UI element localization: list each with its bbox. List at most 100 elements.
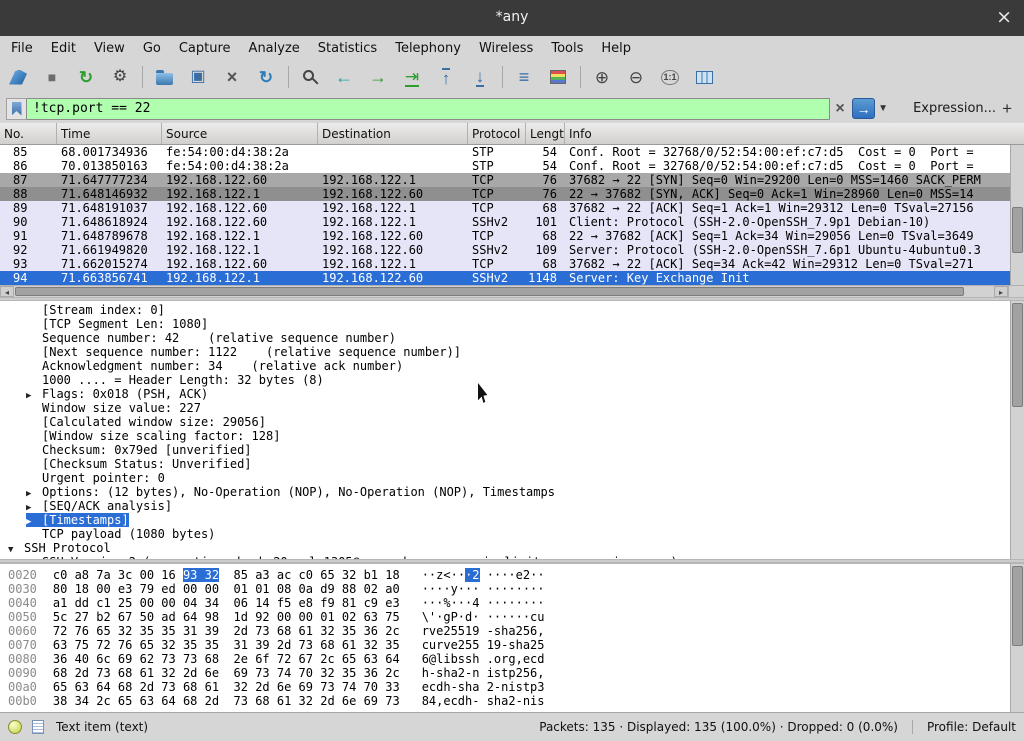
statusbar-profile[interactable]: Profile: Default [912,720,1016,734]
menu-edit[interactable]: Edit [43,41,84,56]
packet-row[interactable]: 89 71.648191037 192.168.122.60 192.168.1… [0,201,1024,215]
detail-line[interactable]: Checksum: 0x79ed [unverified] [0,443,1024,457]
details-scrollbar[interactable] [1010,301,1024,559]
menu-statistics[interactable]: Statistics [310,41,385,56]
column-header-destination[interactable]: Destination [318,123,468,144]
filter-clear-icon[interactable]: × [830,100,850,118]
detail-line[interactable]: SSH Version 2 (encryption:chacha20-poly1… [0,555,1024,559]
restart-capture-icon[interactable]: ↻ [72,64,100,90]
detail-line[interactable]: Window size value: 227 [0,401,1024,415]
packet-list-scrollbar[interactable] [1010,145,1024,285]
packet-row[interactable]: 91 71.648789678 192.168.122.1 192.168.12… [0,229,1024,243]
detail-line[interactable]: ▶[Timestamps] [0,513,1024,527]
packet-row[interactable]: 94 71.663856741 192.168.122.1 192.168.12… [0,271,1024,285]
menu-view[interactable]: View [86,41,133,56]
go-to-bottom-icon[interactable]: ↓ [466,64,494,90]
hex-row[interactable]: 008036 40 6c 69 62 73 73 68 2e 6f 72 67 … [0,652,1024,666]
menu-telephony[interactable]: Telephony [387,41,469,56]
column-header-info[interactable]: Info [565,123,1024,144]
detail-line[interactable]: TCP payload (1080 bytes) [0,527,1024,541]
filter-dropdown-icon[interactable]: ▼ [875,103,891,114]
column-header-source[interactable]: Source [162,123,318,144]
detail-line[interactable]: ▶[SEQ/ACK analysis] [0,499,1024,513]
menu-tools[interactable]: Tools [543,41,591,56]
detail-line[interactable]: ▶Options: (12 bytes), No-Operation (NOP)… [0,485,1024,499]
open-file-icon[interactable] [150,64,178,90]
hex-scrollbar-thumb[interactable] [1012,566,1023,646]
detail-line[interactable]: [Next sequence number: 1122 (relative se… [0,345,1024,359]
capture-comment-icon[interactable] [32,720,44,734]
packet-row[interactable]: 88 71.648146932 192.168.122.1 192.168.12… [0,187,1024,201]
zoom-original-icon[interactable]: 1:1 [656,64,684,90]
column-header-time[interactable]: Time [57,123,162,144]
go-back-icon[interactable]: ← [330,64,358,90]
column-header-protocol[interactable]: Protocol [468,123,526,144]
filter-input[interactable] [26,98,830,120]
hex-row[interactable]: 00b038 34 2c 65 63 64 68 2d 73 68 61 32 … [0,694,1024,708]
column-header-length[interactable]: Length [526,123,565,144]
detail-line[interactable]: Acknowledgment number: 34 (relative ack … [0,359,1024,373]
menu-wireless[interactable]: Wireless [471,41,541,56]
packet-row[interactable]: 93 71.662015274 192.168.122.60 192.168.1… [0,257,1024,271]
packet-row[interactable]: 87 71.647777234 192.168.122.60 192.168.1… [0,173,1024,187]
menu-help[interactable]: Help [593,41,639,56]
details-scrollbar-thumb[interactable] [1012,303,1023,407]
save-file-icon[interactable]: ▣ [184,64,212,90]
menu-capture[interactable]: Capture [171,41,239,56]
expert-info-icon[interactable] [8,720,22,734]
packet-list-scrollbar-thumb[interactable] [1012,207,1023,253]
hex-row[interactable]: 00a065 63 64 68 2d 73 68 61 32 2d 6e 69 … [0,680,1024,694]
detail-line[interactable]: ▼SSH Protocol [0,541,1024,555]
detail-line[interactable]: Urgent pointer: 0 [0,471,1024,485]
zoom-out-icon[interactable]: ⊖ [622,64,650,90]
hex-row[interactable]: 007063 75 72 76 65 32 35 35 31 39 2d 73 … [0,638,1024,652]
hex-row[interactable]: 00505c 27 b2 67 50 ad 64 98 1d 92 00 00 … [0,610,1024,624]
stop-capture-icon[interactable]: ■ [38,64,66,90]
hscroll-thumb[interactable] [15,287,964,296]
go-forward-icon[interactable]: → [364,64,392,90]
hex-row[interactable]: 009068 2d 73 68 61 32 2d 6e 69 73 74 70 … [0,666,1024,680]
expression-button[interactable]: Expression... [913,101,996,116]
column-header-no[interactable]: No. [0,123,57,144]
close-window-icon[interactable]: × [996,6,1012,28]
packet-list-hscrollbar[interactable]: ◂ ▸ [0,285,1024,297]
hex-row[interactable]: 006072 76 65 32 35 35 31 39 2d 73 68 61 … [0,624,1024,638]
menu-file[interactable]: File [3,41,41,56]
filter-add-button[interactable]: + [996,99,1018,119]
hex-row[interactable]: 0020c0 a8 7a 3c 00 16 93 32 85 a3 ac c0 … [0,568,1024,582]
detail-line[interactable]: [Calculated window size: 29056] [0,415,1024,429]
detail-line[interactable]: Sequence number: 42 (relative sequence n… [0,331,1024,345]
hscroll-track[interactable] [14,286,994,297]
go-to-packet-icon[interactable]: ⇥ [398,64,426,90]
go-to-top-icon[interactable]: ↑ [432,64,460,90]
hex-scrollbar[interactable] [1010,564,1024,712]
capture-options-icon[interactable]: ⚙ [106,64,134,90]
detail-line[interactable]: [Checksum Status: Unverified] [0,457,1024,471]
hex-row[interactable]: 0040a1 dd c1 25 00 00 04 34 06 14 f5 e8 … [0,596,1024,610]
scroll-left-icon[interactable]: ◂ [0,286,14,297]
colorize-icon[interactable] [544,64,572,90]
packet-row[interactable]: 90 71.648618924 192.168.122.60 192.168.1… [0,215,1024,229]
autoscroll-icon[interactable]: ≡ [510,64,538,90]
packet-row[interactable]: 86 70.013850163 fe:54:00:d4:38:2a STP 54… [0,159,1024,173]
start-capture-icon[interactable] [4,64,32,90]
packet-row[interactable]: 92 71.661949820 192.168.122.1 192.168.12… [0,243,1024,257]
filter-bookmark-icon[interactable] [6,98,26,120]
scroll-right-icon[interactable]: ▸ [994,286,1008,297]
title-bar[interactable]: *any × [0,0,1024,36]
detail-line[interactable]: 1000 .... = Header Length: 32 bytes (8) [0,373,1024,387]
find-packet-icon[interactable] [296,64,324,90]
zoom-in-icon[interactable]: ⊕ [588,64,616,90]
expander-icon[interactable]: ▼ [8,543,24,557]
detail-line[interactable]: ▶Flags: 0x018 (PSH, ACK) [0,387,1024,401]
detail-line[interactable]: [Stream index: 0] [0,303,1024,317]
filter-apply-icon[interactable]: → [852,98,875,119]
menu-go[interactable]: Go [135,41,169,56]
close-file-icon[interactable]: × [218,64,246,90]
resize-columns-icon[interactable] [690,64,718,90]
packet-row[interactable]: 85 68.001734936 fe:54:00:d4:38:2a STP 54… [0,145,1024,159]
detail-line[interactable]: [TCP Segment Len: 1080] [0,317,1024,331]
reload-file-icon[interactable]: ↻ [252,64,280,90]
detail-line[interactable]: [Window size scaling factor: 128] [0,429,1024,443]
hex-row[interactable]: 003080 18 00 e3 79 ed 00 00 01 01 08 0a … [0,582,1024,596]
